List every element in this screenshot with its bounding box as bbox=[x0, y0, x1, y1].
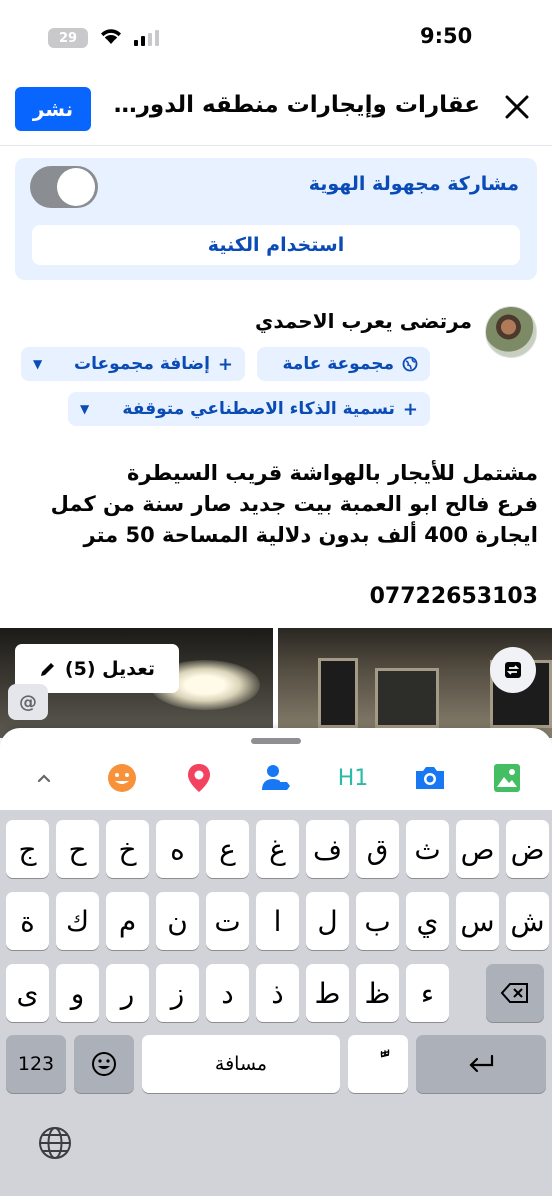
add-groups-label: إضافة مجموعات bbox=[73, 354, 210, 374]
camera-icon[interactable] bbox=[412, 760, 448, 796]
letter-key[interactable]: م bbox=[106, 892, 149, 950]
close-icon[interactable] bbox=[500, 90, 534, 124]
post-button[interactable]: نشر bbox=[15, 87, 91, 131]
emoji-icon[interactable] bbox=[104, 760, 140, 796]
letter-key[interactable]: ط bbox=[306, 964, 349, 1022]
letter-key[interactable]: ع bbox=[206, 820, 249, 878]
post-line: ايجارة 400 ألف بدون دلالية المساحة 50 مت… bbox=[83, 523, 538, 547]
emoji-key[interactable] bbox=[74, 1035, 134, 1093]
globe-icon[interactable] bbox=[36, 1124, 74, 1162]
edit-photos-label: تعديل (5) bbox=[64, 657, 156, 680]
heading-icon[interactable]: H1 bbox=[335, 760, 371, 796]
battery-icon: 29 bbox=[48, 28, 88, 48]
letter-key[interactable]: ز bbox=[156, 964, 199, 1022]
chevron-up-icon[interactable] bbox=[26, 760, 62, 796]
return-icon bbox=[469, 1054, 494, 1073]
page-title: عقارات وإيجارات منطقه الدوره... bbox=[110, 92, 480, 118]
letter-key[interactable]: ه bbox=[156, 820, 199, 878]
letter-key[interactable]: ش bbox=[506, 892, 549, 950]
audience-label: مجموعة عامة bbox=[282, 354, 394, 374]
location-icon[interactable] bbox=[181, 760, 217, 796]
backspace-key[interactable] bbox=[486, 964, 544, 1022]
plus-icon: + bbox=[402, 398, 418, 420]
status-time: 9:50 bbox=[420, 24, 473, 48]
letter-key[interactable]: ة bbox=[6, 892, 49, 950]
letter-key[interactable]: ص bbox=[456, 820, 499, 878]
plus-icon: + bbox=[217, 353, 233, 375]
letter-key[interactable]: ج bbox=[6, 820, 49, 878]
letter-key[interactable]: ث bbox=[406, 820, 449, 878]
globe-icon bbox=[402, 356, 418, 372]
letter-key[interactable]: ك bbox=[56, 892, 99, 950]
letter-key[interactable]: ي bbox=[406, 892, 449, 950]
photo-window bbox=[375, 668, 439, 728]
letter-key[interactable]: د bbox=[206, 964, 249, 1022]
letter-key[interactable]: س bbox=[456, 892, 499, 950]
pencil-icon bbox=[40, 662, 54, 676]
avatar bbox=[485, 306, 537, 358]
post-phone: 07722653103 bbox=[369, 584, 538, 609]
tag-people-icon[interactable] bbox=[258, 760, 294, 796]
caret-down-icon: ▼ bbox=[80, 402, 90, 416]
letter-key[interactable]: ى bbox=[6, 964, 49, 1022]
letter-key[interactable]: ل bbox=[306, 892, 349, 950]
letter-key[interactable]: غ bbox=[256, 820, 299, 878]
signal-icon bbox=[134, 30, 159, 46]
photo-window bbox=[318, 658, 358, 728]
add-groups-chip[interactable]: + إضافة مجموعات ▼ bbox=[21, 347, 245, 381]
post-line: مشتمل للأيجار بالهواشة قريب السيطرة bbox=[127, 461, 538, 485]
sheet-handle[interactable] bbox=[251, 738, 301, 744]
ai-label-chip[interactable]: + تسمية الذكاء الاصطناعي متوقفة ▼ bbox=[68, 392, 430, 426]
mention-button[interactable]: @ bbox=[8, 684, 48, 720]
space-key[interactable]: مسافة bbox=[142, 1035, 340, 1093]
letter-key[interactable]: ف bbox=[306, 820, 349, 878]
emoji-keyboard-icon bbox=[92, 1052, 116, 1076]
anonymous-label: مشاركة مجهولة الهوية bbox=[308, 173, 519, 195]
ai-label-text: تسمية الذكاء الاصطناعي متوقفة bbox=[122, 399, 395, 419]
audience-chip[interactable]: مجموعة عامة bbox=[257, 347, 430, 381]
letter-key[interactable]: ء bbox=[406, 964, 449, 1022]
use-alias-button[interactable]: استخدام الكنية bbox=[32, 225, 520, 265]
photo-icon[interactable] bbox=[489, 760, 525, 796]
swap-icon bbox=[505, 662, 521, 678]
user-name: مرتضى يعرب الاحمدي bbox=[255, 309, 472, 333]
letter-key[interactable]: ن bbox=[156, 892, 199, 950]
letter-key[interactable]: خ bbox=[106, 820, 149, 878]
numbers-key[interactable]: 123 bbox=[6, 1035, 66, 1093]
caret-down-icon: ▼ bbox=[33, 357, 43, 371]
letter-key[interactable]: ض bbox=[506, 820, 549, 878]
wifi-icon bbox=[101, 29, 121, 44]
letter-key[interactable]: ق bbox=[356, 820, 399, 878]
letter-key[interactable]: ر bbox=[106, 964, 149, 1022]
swap-photos-button[interactable] bbox=[490, 647, 536, 693]
return-key[interactable] bbox=[416, 1035, 546, 1093]
letter-key[interactable]: ت bbox=[206, 892, 249, 950]
toggle-knob bbox=[57, 168, 95, 206]
letter-key[interactable]: ذ bbox=[256, 964, 299, 1022]
header-divider bbox=[0, 145, 552, 146]
letter-key[interactable]: ظ bbox=[356, 964, 399, 1022]
diacritic-key[interactable]: ًّ bbox=[348, 1035, 408, 1093]
letter-key[interactable]: ح bbox=[56, 820, 99, 878]
letter-key[interactable]: ا bbox=[256, 892, 299, 950]
letter-key[interactable]: و bbox=[56, 964, 99, 1022]
backspace-icon bbox=[500, 983, 528, 1003]
post-text[interactable]: مشتمل للأيجار بالهواشة قريب السيطرة فرع … bbox=[8, 458, 538, 551]
post-line: فرع فالح ابو العمبة بيت جديد صار سنة من … bbox=[50, 492, 538, 516]
letter-key[interactable]: ب bbox=[356, 892, 399, 950]
